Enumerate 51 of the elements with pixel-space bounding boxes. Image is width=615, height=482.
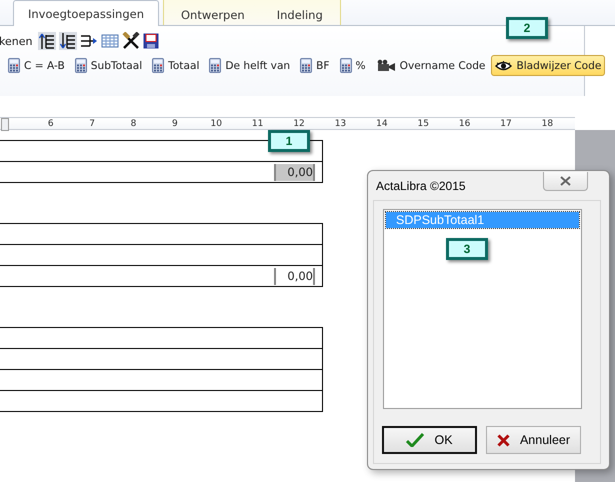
ribbon-button[interactable]: De helft van	[205, 55, 294, 76]
calculator-icon	[8, 58, 20, 73]
checkmark-icon	[406, 433, 424, 447]
callout-label: 1	[268, 130, 310, 152]
eye-icon	[495, 60, 512, 70]
ruler-label: 18	[540, 118, 554, 128]
projector-icon	[376, 59, 396, 72]
ribbon-tab[interactable]: Invoegtoepassingen	[13, 0, 159, 26]
ok-button[interactable]: OK	[382, 426, 477, 454]
ruler-label: 6	[46, 118, 55, 128]
ruler-label: 14	[375, 118, 389, 128]
ruler-label: 7	[88, 118, 96, 128]
row-insert-icon[interactable]	[59, 32, 78, 50]
ruler-label: 9	[171, 118, 179, 128]
ruler-label: 8	[130, 118, 138, 128]
callout-label: 3	[446, 238, 488, 260]
cross-icon	[496, 434, 510, 446]
ruler-label: 10	[210, 118, 223, 128]
close-button[interactable]	[543, 172, 588, 191]
ruler-label: 13	[334, 118, 348, 128]
ribbon-button[interactable]: Overname Code	[372, 55, 490, 76]
ruler-label: 16	[458, 118, 472, 128]
form-field[interactable]: 0,00	[274, 268, 315, 284]
column-insert-icon[interactable]	[38, 32, 56, 50]
calculator-icon	[152, 58, 164, 73]
save-icon[interactable]	[143, 33, 160, 49]
dialog-title: ActaLibra ©2015	[376, 179, 466, 193]
table-icon[interactable]	[101, 33, 120, 49]
cancel-button[interactable]: Annuleer	[486, 426, 581, 454]
ruler-label: 15	[416, 118, 430, 128]
calculator-icon	[209, 58, 222, 73]
calculator-icon	[74, 58, 87, 73]
ruler-label: 17	[499, 118, 513, 128]
ruler-label: 11	[250, 118, 264, 128]
tools-icon[interactable]	[122, 32, 140, 50]
ribbon-button[interactable]: SubTotaal	[70, 55, 146, 76]
ribbon-button[interactable]: Totaal	[148, 55, 204, 76]
ribbon-tab[interactable]: Ontwerpen	[168, 2, 258, 26]
ribbon-tab[interactable]: Indeling	[264, 2, 336, 26]
ribbon-button[interactable]: %	[336, 55, 370, 76]
ribbon-button[interactable]: BF	[296, 55, 334, 76]
form-field[interactable]: 0,00	[274, 164, 315, 180]
indent-marker[interactable]	[1, 118, 9, 131]
calculator-icon	[340, 58, 352, 73]
close-icon	[560, 176, 571, 186]
callout-label: 2	[506, 17, 548, 39]
ribbon-button[interactable]: C = A-B	[4, 55, 69, 76]
ribbon-button[interactable]: Bladwijzer Code	[491, 55, 606, 76]
calculator-icon	[300, 58, 312, 73]
ruler-label: 12	[292, 118, 306, 128]
group-label: kenen	[0, 34, 32, 48]
